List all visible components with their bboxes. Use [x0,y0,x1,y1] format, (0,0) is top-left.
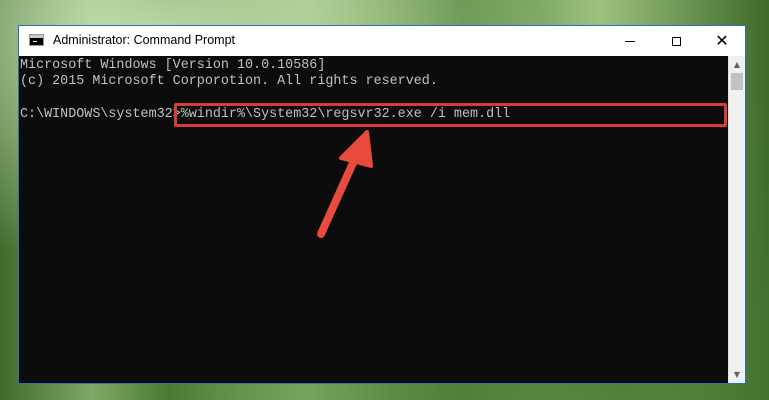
command-prompt-window: Administrator: Command Prompt ✕ Microsof… [18,25,746,384]
window-title: Administrator: Command Prompt [53,33,236,47]
scroll-down-arrow-icon[interactable]: ▼ [729,366,745,383]
scroll-thumb[interactable] [731,73,743,90]
close-button[interactable]: ✕ [699,26,745,56]
minimize-icon [625,40,635,42]
minimize-button[interactable] [607,26,653,56]
title-bar[interactable]: Administrator: Command Prompt ✕ [19,26,745,56]
console-line-copyright: (c) 2015 Microsoft Corporotion. All righ… [20,74,438,89]
command-highlight-box [174,103,727,127]
red-annotation-arrow-icon [317,130,373,238]
maximize-button[interactable] [653,26,699,56]
close-icon: ✕ [715,31,729,50]
vertical-scrollbar[interactable]: ▲ ▼ [728,56,745,383]
cmd-console-icon [29,34,44,46]
console-prompt: C:\WINDOWS\system32> [20,107,181,122]
maximize-icon [671,36,681,46]
scroll-up-arrow-icon[interactable]: ▲ [729,56,745,73]
console-output-area[interactable]: Microsoft Windows [Version 10.0.10586] (… [19,56,728,383]
console-line-version: Microsoft Windows [Version 10.0.10586] [20,58,326,73]
